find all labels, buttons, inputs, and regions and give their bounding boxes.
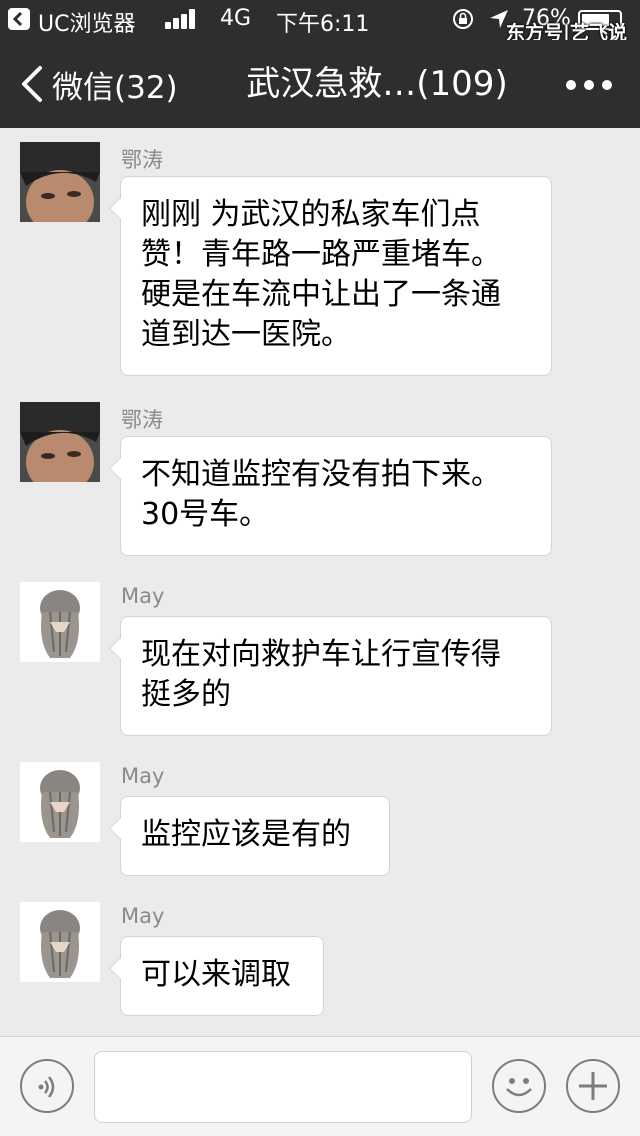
nav-bar: 微信(32) 武汉急救…(109) (0, 40, 640, 128)
message-line: 30号车。 (141, 497, 270, 532)
emoji-button[interactable] (492, 1059, 546, 1113)
message-bubble[interactable]: 现在对向救护车让行宣传得 挺多的 (120, 616, 552, 736)
network-type: 4G (220, 6, 252, 31)
back-button[interactable]: 微信(32) (16, 60, 178, 108)
status-app-name: UC浏览器 (38, 12, 136, 37)
avatar[interactable] (20, 762, 100, 842)
message-input[interactable] (94, 1051, 472, 1123)
voice-button[interactable] (20, 1059, 74, 1113)
sender-name: 鄂涛 (121, 148, 163, 172)
smiley-icon (506, 1078, 532, 1097)
back-label: 微信(32) (52, 69, 178, 106)
message-bubble[interactable]: 可以来调取 (120, 936, 324, 1016)
message-line: 可以来调取 (141, 957, 291, 992)
sender-name: May (121, 764, 165, 788)
message-line: 道到达一医院。 (141, 317, 351, 352)
avatar[interactable] (20, 902, 100, 982)
chat-area[interactable]: 鄂涛 刚刚 为武汉的私家车们点 赞！青年路一路严重堵车。 硬是在车流中让出了一条… (0, 128, 640, 1036)
avatar[interactable] (20, 402, 100, 482)
voice-icon (38, 1076, 55, 1098)
more-options-button[interactable] (562, 66, 618, 102)
sender-name: May (121, 904, 165, 928)
message-line: 硬是在车流中让出了一条通 (141, 277, 501, 312)
message-line: 刚刚 为武汉的私家车们点 (141, 197, 481, 232)
signal-icon (165, 9, 199, 29)
chat-title: 武汉急救…(109) (246, 64, 508, 104)
message-line: 挺多的 (141, 677, 231, 712)
avatar[interactable] (20, 142, 100, 222)
back-to-app-icon[interactable] (8, 8, 30, 30)
orientation-lock-icon (452, 8, 474, 36)
avatar[interactable] (20, 582, 100, 662)
status-time: 下午6:11 (276, 12, 370, 37)
message-bubble[interactable]: 刚刚 为武汉的私家车们点 赞！青年路一路严重堵车。 硬是在车流中让出了一条通 道… (120, 176, 552, 376)
message-line: 现在对向救护车让行宣传得 (141, 637, 501, 672)
message-line: 不知道监控有没有拍下来。 (141, 457, 501, 492)
message-line: 赞！青年路一路严重堵车。 (141, 237, 501, 272)
sender-name: 鄂涛 (121, 408, 163, 432)
message-line: 监控应该是有的 (141, 817, 351, 852)
status-bar: UC浏览器 4G 下午6:11 76% 东方号|艺飞说 (0, 0, 640, 44)
message-bubble[interactable]: 监控应该是有的 (120, 796, 390, 876)
message-bubble[interactable]: 不知道监控有没有拍下来。 30号车。 (120, 436, 552, 556)
sender-name: May (121, 584, 165, 608)
more-actions-button[interactable] (566, 1059, 620, 1113)
input-bar (0, 1036, 640, 1136)
plus-icon (579, 1072, 607, 1100)
chevron-left-icon (22, 66, 42, 102)
